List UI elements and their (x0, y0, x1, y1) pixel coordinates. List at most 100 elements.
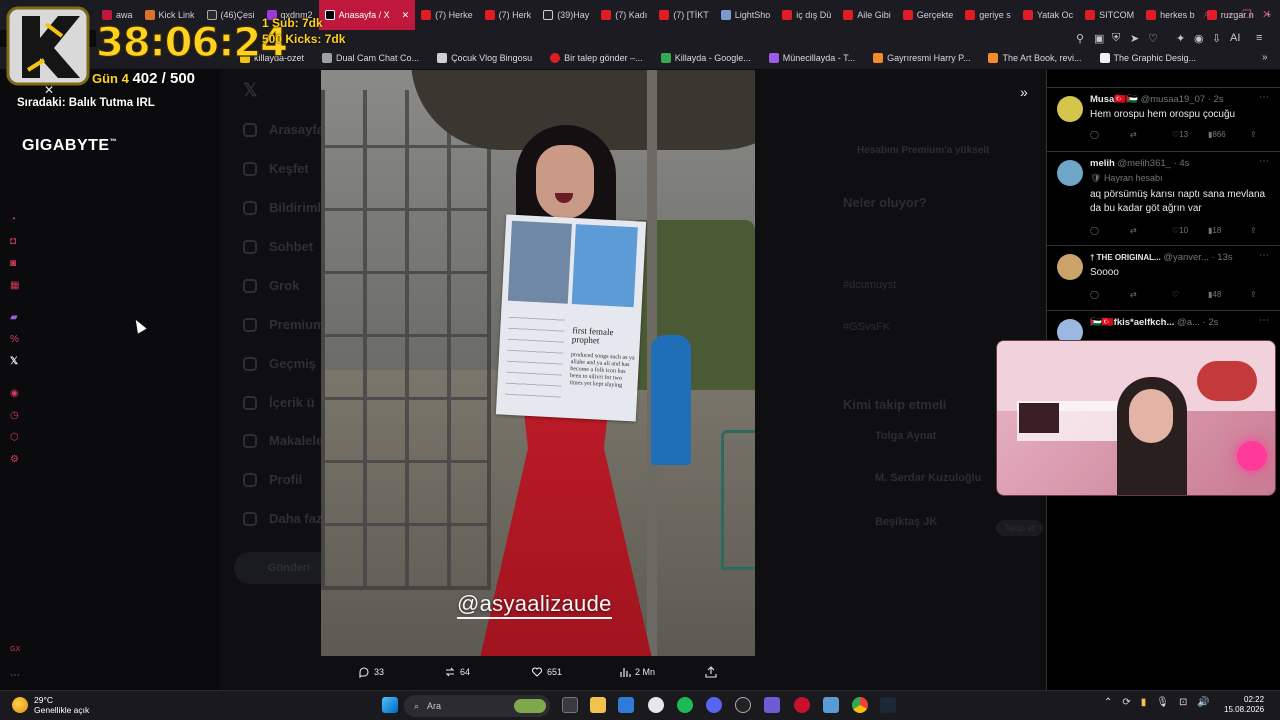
nav-grok[interactable]: Grok (243, 278, 299, 293)
opera-gx-icon[interactable] (794, 697, 810, 713)
sidebar-player-icon[interactable]: ▦ (10, 280, 19, 291)
share-icon[interactable]: ⇪ (1250, 226, 1257, 235)
reply-icon[interactable]: ◯ (1090, 130, 1099, 139)
more-options-icon[interactable]: ⋯ (1259, 315, 1269, 326)
notepad-icon[interactable] (823, 697, 839, 713)
suggested-user[interactable]: M. Serdar Kuzuloğlu (875, 472, 981, 484)
share-icon[interactable]: ⇪ (1250, 130, 1257, 139)
grid-app-icon[interactable] (764, 697, 780, 713)
sidebar-clock-icon[interactable]: ◷ (10, 410, 19, 421)
sidebar-vpn-icon[interactable]: ◙ (10, 258, 16, 269)
browser-tab[interactable]: iç dış Dü (776, 0, 837, 30)
bookmark-item[interactable]: Killayda - Google... (660, 53, 751, 63)
sidebar-twitch-icon[interactable]: ▰ (10, 312, 18, 323)
more-options-icon[interactable]: ⋯ (1259, 250, 1269, 261)
nav-notifications[interactable]: Bildirimler (243, 200, 333, 215)
nav-more[interactable]: Daha fazla (243, 511, 333, 526)
reply-author-name[interactable]: † THE ORIGINAL... (1090, 253, 1161, 262)
repost-icon[interactable]: ⇄ (1130, 290, 1137, 299)
reply-author-name[interactable]: fkis*aelfkch... (1114, 317, 1175, 328)
more-options-icon[interactable]: ⋯ (1259, 156, 1269, 167)
nav-articles[interactable]: Makaleler (243, 433, 328, 448)
suggested-user[interactable]: Beşiktaş JK (875, 516, 937, 528)
reply-item[interactable]: Musa🇹🇷🇵🇸 @musaa19_07 · 2s ⋯ Hem orospu h… (1047, 88, 1280, 152)
trend-item[interactable]: #GSvsFK (843, 321, 890, 333)
browser-tab[interactable]: (7) Herke (415, 0, 479, 30)
sidebar-more-icon[interactable]: ⋯ (10, 670, 20, 681)
reply-item[interactable]: † THE ORIGINAL... @yanver... · 13s ⋯ Soo… (1047, 246, 1280, 311)
nav-premium[interactable]: Premium (243, 317, 325, 332)
avatar[interactable] (1057, 160, 1083, 186)
file-explorer-icon[interactable] (590, 697, 606, 713)
taskbar-search[interactable]: ⌕ Ara (404, 695, 550, 717)
repost-icon[interactable]: ⇄ (1130, 130, 1137, 139)
views-button[interactable]: ▮ 48 (1208, 290, 1221, 299)
nav-home[interactable]: Arasayfa (243, 122, 324, 137)
windows-start-icon[interactable] (382, 697, 398, 713)
repost-button[interactable]: 64 (444, 666, 470, 678)
like-button[interactable]: ♡ 10 (1172, 226, 1188, 235)
nav-profile[interactable]: Profil (243, 472, 302, 487)
follow-button[interactable]: Takip et (996, 520, 1044, 536)
premium-upgrade-link[interactable]: Hesabını Premium'a yükselt (857, 145, 989, 156)
expand-replies-icon[interactable]: » (1020, 84, 1028, 100)
bookmark-item[interactable]: Dual Cam Chat Co... (322, 53, 419, 63)
volume-icon[interactable]: 🔊 (1197, 697, 1209, 708)
weather-widget[interactable]: 29°C Genellikle açık (12, 695, 89, 715)
sidebar-record-icon[interactable]: ◉ (10, 388, 19, 399)
sidebar-box-icon[interactable]: ⬡ (10, 432, 19, 443)
close-tab-icon[interactable]: ✕ (402, 10, 410, 21)
reply-author-name[interactable]: melih (1090, 158, 1115, 169)
discord-icon[interactable] (706, 697, 722, 713)
views-button[interactable]: ▮ 18 (1208, 226, 1221, 235)
nav-creator[interactable]: İçerik ü (243, 395, 315, 410)
bookmark-item[interactable]: Gayrıresmi Harry P... (873, 53, 970, 63)
spotify-icon[interactable] (677, 697, 693, 713)
tray-folder-icon[interactable]: ▮ (1141, 697, 1147, 708)
chrome-icon[interactable] (852, 697, 868, 713)
tray-expand-icon[interactable]: ⌃ (1104, 697, 1112, 708)
more-options-icon[interactable]: ⋯ (1259, 92, 1269, 103)
nav-history[interactable]: Geçmiş (243, 356, 316, 371)
reply-author-handle[interactable]: @melih361_ · 4s (1117, 158, 1189, 169)
media-viewer-video[interactable]: first female prophet produced songs such… (321, 70, 755, 656)
repost-icon[interactable]: ⇄ (1130, 226, 1137, 235)
browser-tab-active[interactable]: Anasayfa / X ✕ (318, 0, 416, 30)
share-icon[interactable]: ⇪ (1250, 290, 1257, 299)
sidebar-percent-icon[interactable]: % (10, 334, 19, 345)
like-button[interactable]: 651 (531, 666, 562, 678)
browser-tab[interactable]: (39)Hay (537, 0, 595, 30)
browser-tab[interactable]: (7) Kadı (595, 0, 653, 30)
browser-tab[interactable]: Gerçekte (897, 0, 960, 30)
trend-item[interactable]: #dcumuyst (843, 279, 896, 291)
network-icon[interactable]: ⊡ (1179, 697, 1187, 708)
reply-author-handle[interactable]: @a... · 2s (1177, 317, 1218, 328)
bookmark-item[interactable]: Çocuk Vlog Bingosu (437, 53, 532, 63)
bookmark-item[interactable]: Bir talep gönder –... (550, 53, 643, 63)
avatar[interactable] (1057, 254, 1083, 280)
views-button[interactable]: ▮ 866 (1208, 130, 1226, 139)
browser-tab[interactable]: LightSho (715, 0, 777, 30)
share-button[interactable] (705, 666, 717, 678)
browser-tab[interactable]: geriye s (959, 0, 1017, 30)
browser-tab[interactable]: (7) [TİKT (653, 0, 715, 30)
close-media-icon[interactable]: ✕ (44, 83, 54, 97)
taskbar-clock[interactable]: 02:22 15.08.2026 (1224, 695, 1264, 716)
nav-chat[interactable]: Sohbet (243, 239, 313, 254)
sidebar-bag-icon[interactable]: ◘ (10, 236, 16, 247)
outlook-icon[interactable] (618, 697, 634, 713)
tray-sync-icon[interactable]: ⟳ (1122, 697, 1130, 708)
github-icon[interactable] (648, 697, 664, 713)
like-icon[interactable]: ♡ (1172, 290, 1179, 299)
task-view-icon[interactable] (562, 697, 578, 713)
reply-icon[interactable]: ◯ (1090, 290, 1099, 299)
sidebar-settings-icon[interactable]: ⚙ (10, 454, 19, 465)
reply-icon[interactable]: ◯ (1090, 226, 1099, 235)
reply-button[interactable]: 33 (358, 666, 384, 678)
microphone-icon[interactable]: 🎙 (1156, 697, 1169, 708)
reply-author-handle[interactable]: @yanver... · 13s (1163, 252, 1232, 263)
views-button[interactable]: 2 Mn (619, 666, 655, 678)
app-icon[interactable] (735, 697, 751, 713)
suggested-user[interactable]: Tolga Aynat (875, 430, 936, 442)
steam-icon[interactable] (880, 697, 896, 713)
